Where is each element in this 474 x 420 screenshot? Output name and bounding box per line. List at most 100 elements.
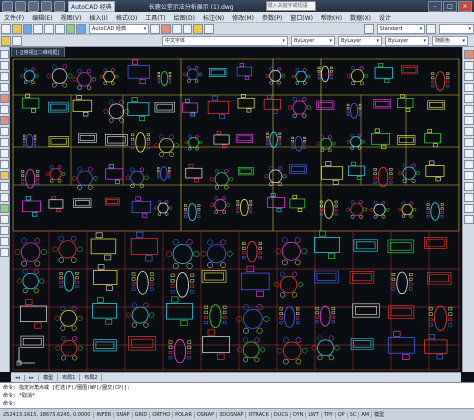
polyline-icon[interactable] <box>0 72 9 81</box>
qa-undo-icon[interactable] <box>54 0 65 12</box>
gradient-icon[interactable] <box>0 215 9 224</box>
markup-icon[interactable] <box>193 23 204 34</box>
menu-insert[interactable]: 插入(I) <box>85 13 111 22</box>
chamfer-icon[interactable] <box>463 193 474 202</box>
rectangle-icon[interactable] <box>0 94 9 103</box>
status-polar[interactable]: POLAR <box>172 411 194 418</box>
join-icon[interactable] <box>463 182 474 191</box>
status-dyn[interactable]: DYN <box>290 411 305 418</box>
tool-palette-icon[interactable] <box>171 23 182 34</box>
menu-file[interactable]: 文件(F) <box>0 13 28 22</box>
tab-layout2[interactable]: 布局2 <box>80 374 103 381</box>
stretch-icon[interactable] <box>463 138 474 147</box>
properties-icon[interactable] <box>150 23 161 34</box>
polygon-icon[interactable] <box>0 83 9 92</box>
minimize-button[interactable]: – <box>428 1 442 12</box>
dim-style-combo[interactable]: ▾ <box>438 23 474 34</box>
workspace-combo[interactable]: AutoCAD 经典 ▾ <box>89 23 150 34</box>
menu-modify[interactable]: 修改(M) <box>228 13 258 22</box>
sheet-set-icon[interactable] <box>182 23 193 34</box>
break-icon[interactable] <box>463 171 474 180</box>
hatch-icon[interactable] <box>0 204 9 213</box>
zoom-icon[interactable] <box>76 23 86 34</box>
calculator-icon[interactable] <box>204 23 214 34</box>
ellipse-icon[interactable] <box>0 149 9 158</box>
spline-icon[interactable] <box>0 138 9 147</box>
status-infer[interactable]: INFER <box>93 411 113 418</box>
offset-icon[interactable] <box>463 83 474 92</box>
arc-icon[interactable] <box>0 105 9 114</box>
circle-icon[interactable] <box>0 116 9 125</box>
status-sc[interactable]: SC <box>346 411 359 418</box>
status-otrack[interactable]: OTRACK <box>245 411 270 418</box>
tab-nav-first-icon[interactable]: ◂◂ <box>11 374 26 381</box>
rotate-icon[interactable] <box>463 116 474 125</box>
status-model[interactable]: 模型 <box>371 411 386 418</box>
status-ducs[interactable]: DUCS <box>270 411 290 418</box>
status-tpy[interactable]: TPY <box>320 411 335 418</box>
menu-parametric[interactable]: 参数(P) <box>258 13 286 22</box>
drawing-canvas[interactable] <box>11 57 461 372</box>
command-prompt[interactable]: 命令: <box>3 400 471 408</box>
maximize-button[interactable]: □ <box>443 1 457 12</box>
menu-draw[interactable]: 绘图(D) <box>170 13 199 22</box>
trim-icon[interactable] <box>463 149 474 158</box>
copy-icon[interactable] <box>463 61 474 70</box>
menu-view[interactable]: 视图(V) <box>57 13 86 22</box>
status-osnap[interactable]: OSNAP <box>193 411 216 418</box>
menu-help[interactable]: 帮助(H) <box>317 13 346 22</box>
app-menu-icon[interactable] <box>2 0 13 12</box>
explode-icon[interactable] <box>463 215 474 224</box>
text-style-icon[interactable] <box>363 23 374 34</box>
color-combo[interactable]: ByLayer ▾ <box>291 35 335 46</box>
extend-icon[interactable] <box>463 160 474 169</box>
layer-icon[interactable] <box>1 35 11 46</box>
status-am[interactable]: AM <box>358 411 371 418</box>
revision-cloud-icon[interactable] <box>0 127 9 136</box>
workspace-dropdown[interactable]: AutoCAD 经典 <box>68 0 115 12</box>
menu-design[interactable]: 设计 <box>375 13 395 22</box>
menu-dimension[interactable]: 标注(N) <box>199 13 228 22</box>
text-icon[interactable] <box>0 248 9 257</box>
design-center-icon[interactable] <box>161 23 171 34</box>
table-icon[interactable] <box>0 237 9 246</box>
status-qp[interactable]: QP <box>334 411 347 418</box>
qa-open-icon[interactable] <box>28 0 39 12</box>
region-icon[interactable] <box>0 226 9 235</box>
print-icon[interactable] <box>33 23 43 34</box>
menu-data[interactable]: 数据(X) <box>346 13 375 22</box>
status-grid[interactable]: GRID <box>131 411 150 418</box>
linetype-combo[interactable]: ByLayer ▾ <box>338 35 382 46</box>
dim-style-icon[interactable] <box>426 23 436 34</box>
move-icon[interactable] <box>463 105 474 114</box>
status-lwt[interactable]: LWT <box>305 411 320 418</box>
erase-icon[interactable] <box>463 50 474 59</box>
array-icon[interactable] <box>463 94 474 103</box>
construction-line-icon[interactable] <box>0 61 9 70</box>
mirror-icon[interactable] <box>463 72 474 81</box>
status-3dosnap[interactable]: 3DOSNAP <box>216 411 245 418</box>
layer-state-icon[interactable] <box>12 35 22 46</box>
pan-icon[interactable] <box>65 23 76 34</box>
save-icon[interactable] <box>22 23 33 34</box>
fillet-icon[interactable] <box>463 204 474 213</box>
open-icon[interactable] <box>11 23 22 34</box>
plot-style-combo[interactable]: 随颜色 ▾ <box>432 35 468 46</box>
tab-layout1[interactable]: 布局1 <box>58 374 81 381</box>
status-snap[interactable]: SNAP <box>113 411 131 418</box>
tab-nav-next-icon[interactable]: ▸▸ <box>25 374 40 381</box>
layer-combo[interactable]: 中文字体 ▾ <box>162 35 288 46</box>
insert-block-icon[interactable] <box>0 171 9 180</box>
menu-edit[interactable]: 编辑(E) <box>28 13 56 22</box>
menu-window[interactable]: 窗口(W) <box>286 13 317 22</box>
search-input[interactable]: 键入关键字或短语 <box>265 1 316 11</box>
lineweight-combo[interactable]: ByLayer ▾ <box>385 35 429 46</box>
text-style-combo[interactable]: Standard ▾ <box>376 23 426 34</box>
scale-icon[interactable] <box>463 127 474 136</box>
status-ortho[interactable]: ORTHO <box>149 411 172 418</box>
new-icon[interactable] <box>1 23 11 34</box>
point-icon[interactable] <box>0 193 9 202</box>
qa-new-icon[interactable] <box>15 0 26 12</box>
redo-icon[interactable] <box>54 23 65 34</box>
menu-format[interactable]: 格式(O) <box>112 13 141 22</box>
